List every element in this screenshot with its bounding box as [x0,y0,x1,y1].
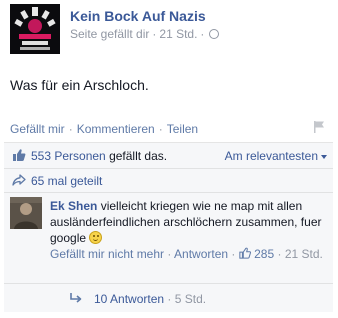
share-arrow-icon [12,174,26,186]
post-meta: Seite gefällt dir · 21 Std. · [70,27,220,41]
comment-content: Ek Shen vielleicht kriegen wie ne map mi… [50,198,328,246]
likes-suffix: gefällt das. [109,149,168,163]
page-avatar[interactable] [10,4,60,54]
comment-meta-separator: · [231,247,236,261]
share-button[interactable]: Teilen [167,122,198,136]
page-logo [10,4,60,54]
meta-separator: · [200,27,205,41]
page-liked-status[interactable]: Seite gefällt dir [70,27,149,41]
comment-timestamp[interactable]: 21 Std. [285,247,323,261]
chevron-down-icon [321,155,327,159]
thumbs-up-icon [239,247,251,259]
comment-body: Ek Shen vielleicht kriegen wie ne map mi… [50,198,328,262]
comment-meta-separator: · [167,247,172,261]
post-timestamp[interactable]: 21 Std. [159,27,197,41]
comment-section: 553 Personen gefällt das. Am relevantest… [4,142,333,312]
likes-text: 553 Personen gefällt das. [31,149,167,163]
flag-icon[interactable] [312,120,326,134]
comment-meta-separator: · [277,247,282,261]
page-name[interactable]: Kein Bock Auf Nazis [70,8,206,24]
comment-item: Ek Shen vielleicht kriegen wie ne map mi… [4,194,333,276]
replies-link[interactable]: 10 Antworten [94,292,164,306]
post-text: Was für ein Arschloch. [10,77,149,93]
comment-sort-dropdown[interactable]: Am relevantesten [225,149,327,163]
commenter-photo [10,197,42,229]
reply-button[interactable]: Antworten [174,247,228,261]
thumbs-up-icon [13,149,26,161]
action-separator: · [158,122,163,136]
globe-icon[interactable] [209,29,220,39]
reply-arrow-icon [70,293,82,303]
smiley-icon [89,231,103,244]
post-actions: Gefällt mir · Kommentieren · Teilen [10,122,198,136]
meta-separator: · [152,27,157,41]
replies-timestamp: 5 Std. [174,292,207,306]
replies-separator: · [167,292,172,306]
shares-count-link[interactable]: 65 mal geteilt [31,174,102,188]
commenter-name[interactable]: Ek Shen [50,199,97,213]
unlike-comment-button[interactable]: Gefällt mir nicht mehr [50,247,164,261]
replies-text: 10 Antworten · 5 Std. [94,292,206,306]
view-replies-row[interactable]: 10 Antworten · 5 Std. [4,283,333,311]
comment-meta: Gefällt mir nicht mehr · Antworten · 285… [50,246,328,262]
likes-count-link[interactable]: 553 Personen [31,149,106,163]
comment-like-count[interactable]: 285 [254,247,274,261]
shares-summary: 65 mal geteilt [4,169,333,193]
likes-summary: 553 Personen gefällt das. Am relevantest… [4,143,333,169]
sort-label: Am relevantesten [224,149,318,163]
facebook-post: Kein Bock Auf Nazis Seite gefällt dir · … [0,0,338,318]
commenter-avatar[interactable] [10,197,42,229]
action-separator: · [68,122,73,136]
like-button[interactable]: Gefällt mir [10,122,65,136]
comment-button[interactable]: Kommentieren [77,122,155,136]
